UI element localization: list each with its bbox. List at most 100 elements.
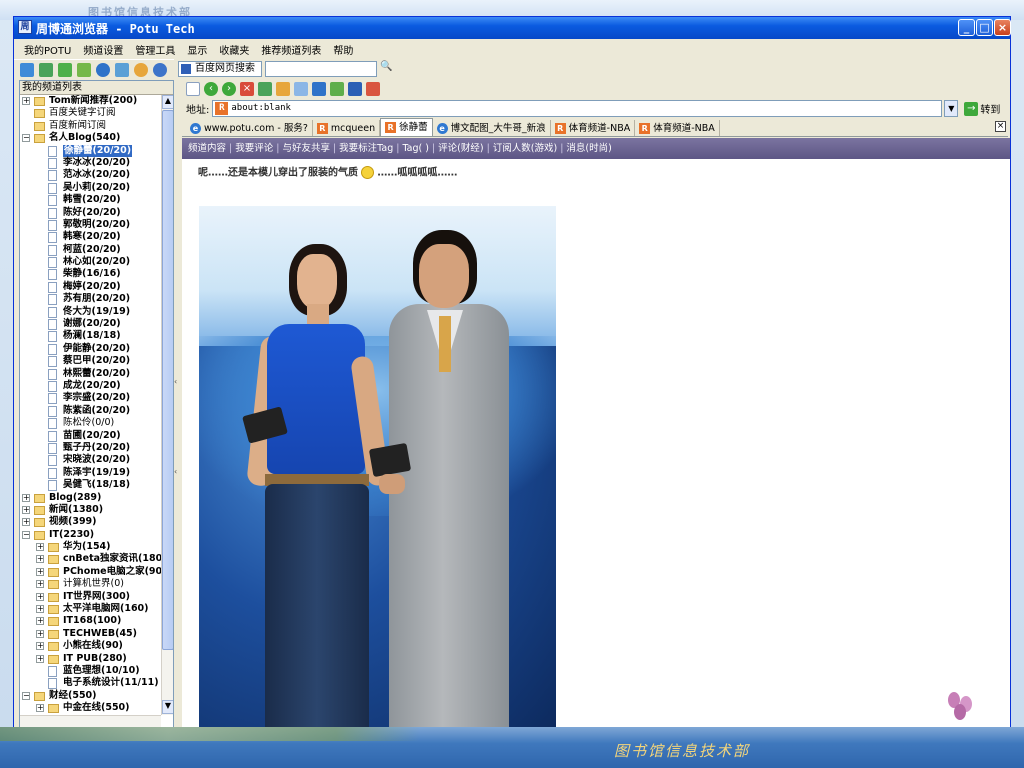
tree-item[interactable]: 伊能静(20/20)	[20, 343, 161, 355]
expand-icon[interactable]: +	[36, 629, 44, 638]
tree-item[interactable]: + 太平洋电脑网(160)	[20, 603, 161, 615]
tree-item[interactable]: 蓝色理想(10/10)	[20, 665, 161, 677]
expand-icon[interactable]: +	[22, 505, 30, 514]
expand-icon[interactable]: +	[36, 555, 44, 564]
menu-view[interactable]: 显示	[187, 42, 207, 57]
tree-item[interactable]: 苗圃(20/20)	[20, 430, 161, 442]
options-icon[interactable]	[366, 82, 380, 96]
tree-item[interactable]: − IT(2230)	[20, 529, 161, 541]
find-icon[interactable]	[294, 82, 308, 96]
expand-icon[interactable]: +	[36, 642, 44, 651]
tree-item[interactable]: 徐静蕾(20/20)	[20, 144, 161, 157]
tree-item[interactable]: 李宗盛(20/20)	[20, 392, 161, 405]
menu-tools[interactable]: 管理工具	[135, 42, 175, 57]
scroll-up-icon[interactable]: ▲	[162, 95, 173, 109]
tree-item[interactable]: + 新闻(1380)	[20, 504, 161, 516]
tree-item[interactable]: 吴小莉(20/20)	[20, 182, 161, 194]
expand-icon[interactable]: +	[36, 580, 44, 589]
tree-item[interactable]: 佟大为(19/19)	[20, 306, 161, 318]
menu-recommended-channels[interactable]: 推荐频道列表	[261, 42, 321, 57]
tree-item[interactable]: 吴健飞(18/18)	[20, 479, 161, 492]
expand-icon[interactable]: +	[36, 605, 44, 614]
tree-item[interactable]: 柯蓝(20/20)	[20, 244, 161, 256]
subnav-link[interactable]: 我要标注Tag	[339, 143, 393, 154]
tree-item[interactable]: + Blog(289)	[20, 492, 161, 504]
tree-item[interactable]: 杨澜(18/18)	[20, 330, 161, 343]
tree-item[interactable]: + 计算机世界(0)	[20, 578, 161, 590]
tree-item[interactable]: 陈好(20/20)	[20, 207, 161, 219]
menu-help[interactable]: 帮助	[333, 42, 353, 57]
menu-my-potu[interactable]: 我的POTU	[24, 42, 71, 57]
close-button[interactable]: ×	[994, 19, 1011, 36]
browser-tab[interactable]: e www.potu.com - 服务?	[186, 120, 313, 136]
tree-item[interactable]: 百度新闻订阅	[20, 120, 161, 132]
menu-channel-settings[interactable]: 频道设置	[83, 42, 123, 57]
collapse-icon[interactable]: −	[22, 691, 30, 700]
tree-item[interactable]: 谢娜(20/20)	[20, 318, 161, 331]
tree-item[interactable]: + 视频(399)	[20, 516, 161, 528]
collapse-icon[interactable]: −	[22, 134, 30, 143]
expand-icon[interactable]: +	[22, 493, 30, 502]
tree-item[interactable]: 韩雪(20/20)	[20, 194, 161, 207]
tree-item[interactable]: + Tom新闻推荐(200)	[20, 95, 161, 107]
stop-icon[interactable]: ×	[240, 82, 254, 96]
search-input[interactable]	[265, 61, 377, 77]
tree-item[interactable]: 陈紫函(20/20)	[20, 405, 161, 417]
update-icon[interactable]	[58, 62, 72, 77]
tree-item[interactable]: − 财经(550)	[20, 690, 161, 702]
expand-icon[interactable]: +	[36, 617, 44, 626]
status-dot-icon[interactable]	[96, 62, 110, 77]
browser-tab[interactable]: e 博文配图_大牛哥_新浪	[433, 120, 551, 136]
panel-splitter[interactable]: ‹ ‹	[174, 80, 180, 728]
tree-item[interactable]: 宋晓波(20/20)	[20, 454, 161, 467]
article-photo[interactable]	[199, 206, 556, 728]
user-icon[interactable]	[134, 62, 148, 77]
tree-item[interactable]: 林熙蕾(20/20)	[20, 368, 161, 380]
list-icon[interactable]	[348, 82, 362, 96]
tree-item[interactable]: 百度关键字订阅	[20, 107, 161, 119]
browser-tab[interactable]: Rmcqueen	[313, 120, 381, 136]
new-page-icon[interactable]	[186, 82, 200, 96]
refresh-channel-icon[interactable]	[39, 62, 53, 77]
collapse-icon[interactable]: −	[22, 530, 30, 539]
tree-item[interactable]: + IT168(100)	[20, 615, 161, 627]
browser-tab[interactable]: R 体育频道-NBA	[551, 120, 636, 136]
menu-favorites[interactable]: 收藏夹	[219, 42, 249, 57]
title-bar[interactable]: 周 周博通浏览器 - Potu Tech _ □ ×	[14, 17, 1011, 39]
collapse-left-icon[interactable]: ‹	[174, 376, 180, 388]
tree-item[interactable]: 柴静(16/16)	[20, 268, 161, 281]
plugin-icon[interactable]	[330, 82, 344, 96]
tree-item[interactable]: 电子系统设计(11/11)	[20, 677, 161, 690]
tree-item[interactable]: + IT PUB(280)	[20, 653, 161, 665]
expand-icon[interactable]: +	[22, 97, 30, 105]
browser-tab[interactable]: R 体育频道-NBA	[635, 120, 720, 136]
search-engine-select[interactable]: 百度网页搜索	[178, 61, 262, 77]
home-icon[interactable]	[276, 82, 290, 96]
tree-item[interactable]: 韩寒(20/20)	[20, 231, 161, 244]
maximize-button[interactable]: □	[976, 19, 993, 36]
tree-item[interactable]: 陈泽宇(19/19)	[20, 467, 161, 479]
subnav-link[interactable]: 与好友共享	[282, 143, 330, 154]
tree-item[interactable]: 成龙(20/20)	[20, 380, 161, 392]
minimize-button[interactable]: _	[958, 19, 975, 36]
tree-item[interactable]: 郭敬明(20/20)	[20, 219, 161, 231]
import-icon[interactable]	[115, 62, 129, 77]
address-dropdown-icon[interactable]: ▼	[944, 100, 959, 117]
address-input[interactable]: R about:blank	[212, 100, 943, 117]
subnav-link[interactable]: 评论(财经)	[438, 143, 483, 154]
expand-icon[interactable]: +	[36, 592, 44, 601]
forward-icon[interactable]: ›	[222, 82, 236, 96]
expand-icon[interactable]: +	[36, 654, 44, 663]
subnav-link[interactable]: 频道内容	[188, 143, 226, 154]
layout-icon[interactable]	[312, 82, 326, 96]
tree-item[interactable]: + cnBeta独家资讯(180)	[20, 553, 161, 565]
collapse-left-icon-2[interactable]: ‹	[174, 466, 180, 478]
tree-item[interactable]: 陈松伶(0/0)	[20, 417, 161, 430]
expand-icon[interactable]: +	[36, 704, 44, 713]
tree-item[interactable]: 李冰冰(20/20)	[20, 157, 161, 169]
tree-item[interactable]: + PChome电脑之家(900	[20, 566, 161, 578]
scroll-down-icon[interactable]: ▼	[162, 700, 173, 714]
tree-item[interactable]: + 小熊在线(90)	[20, 640, 161, 652]
add-channel-icon[interactable]	[20, 62, 34, 77]
tree-item[interactable]: + 中金在线(550)	[20, 702, 161, 714]
